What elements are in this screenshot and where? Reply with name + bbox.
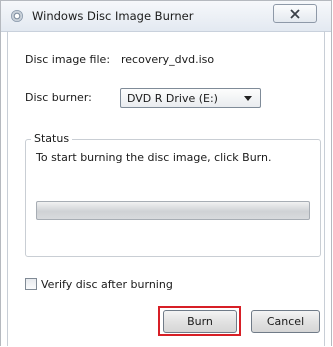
disc-image-value: recovery_dvd.iso [121,53,215,66]
verify-checkbox[interactable] [25,278,37,290]
window-title: Windows Disc Image Burner [32,9,194,23]
disc-burner-select[interactable]: DVD R Drive (E:) [120,88,261,108]
burn-button-highlight [158,306,241,336]
disc-burner-label: Disc burner: [25,91,92,104]
close-button[interactable] [273,4,317,23]
disc-image-burner-window: Windows Disc Image Burner Disc image fil… [0,0,332,346]
cancel-button-label: Cancel [266,315,305,328]
close-icon [290,8,300,19]
title-bar: Windows Disc Image Burner [1,1,331,32]
disc-image-label: Disc image file: [25,53,111,66]
disc-burner-value: DVD R Drive (E:) [127,92,218,105]
verify-label[interactable]: Verify disc after burning [41,278,173,291]
cancel-button[interactable]: Cancel [251,310,320,333]
status-legend: Status [31,132,73,145]
status-message: To start burning the disc image, click B… [36,151,272,164]
disc-icon [11,10,23,22]
burn-progress-bar [36,201,310,220]
chevron-down-icon [244,96,252,101]
